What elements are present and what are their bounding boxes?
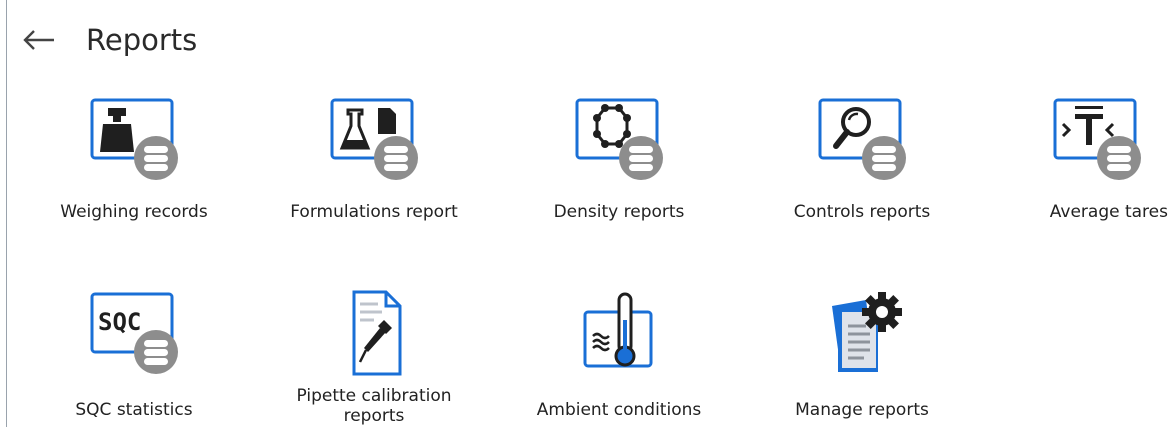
left-border [6,0,7,427]
molecule-database-icon [575,98,663,180]
tile-weighing-records[interactable]: Weighing records [29,98,239,228]
sqc-database-icon: SQC [90,292,178,374]
documents-gear-icon [832,292,902,372]
tile-label: Average tares [1049,202,1168,222]
tile-pipette-calibration-reports[interactable]: Pipette calibration reports [269,290,479,427]
tile-ambient-conditions[interactable]: Ambient conditions [514,292,724,422]
tare-database-icon [1053,98,1141,180]
tile-manage-reports[interactable]: Manage reports [757,292,967,422]
tile-label: SQC statistics [75,400,193,420]
page-title: Reports [86,23,198,57]
page-header: Reports [22,18,197,62]
tile-controls-reports[interactable]: Controls reports [757,98,967,228]
tile-sqc-statistics[interactable]: SQC SQC statistics [29,292,239,422]
flask-document-database-icon [330,98,418,180]
magnifier-database-icon [818,98,906,180]
tile-label: Formulations report [290,202,458,222]
tile-average-tares[interactable]: Average tares [992,98,1170,228]
svg-text:SQC: SQC [98,308,141,336]
pipette-document-icon [352,290,402,376]
tile-formulations-report[interactable]: Formulations report [269,98,479,228]
tile-label: Ambient conditions [536,400,702,420]
weight-database-icon [90,98,178,180]
tile-label: Pipette calibration reports [296,386,452,426]
thermometer-icon [583,292,653,368]
arrow-left-icon [23,30,54,50]
tile-label: Controls reports [793,202,931,222]
tile-label: Density reports [553,202,685,222]
tile-density-reports[interactable]: Density reports [514,98,724,228]
back-button[interactable] [22,20,62,60]
tile-label: Weighing records [60,202,208,222]
tile-label: Manage reports [795,400,929,420]
